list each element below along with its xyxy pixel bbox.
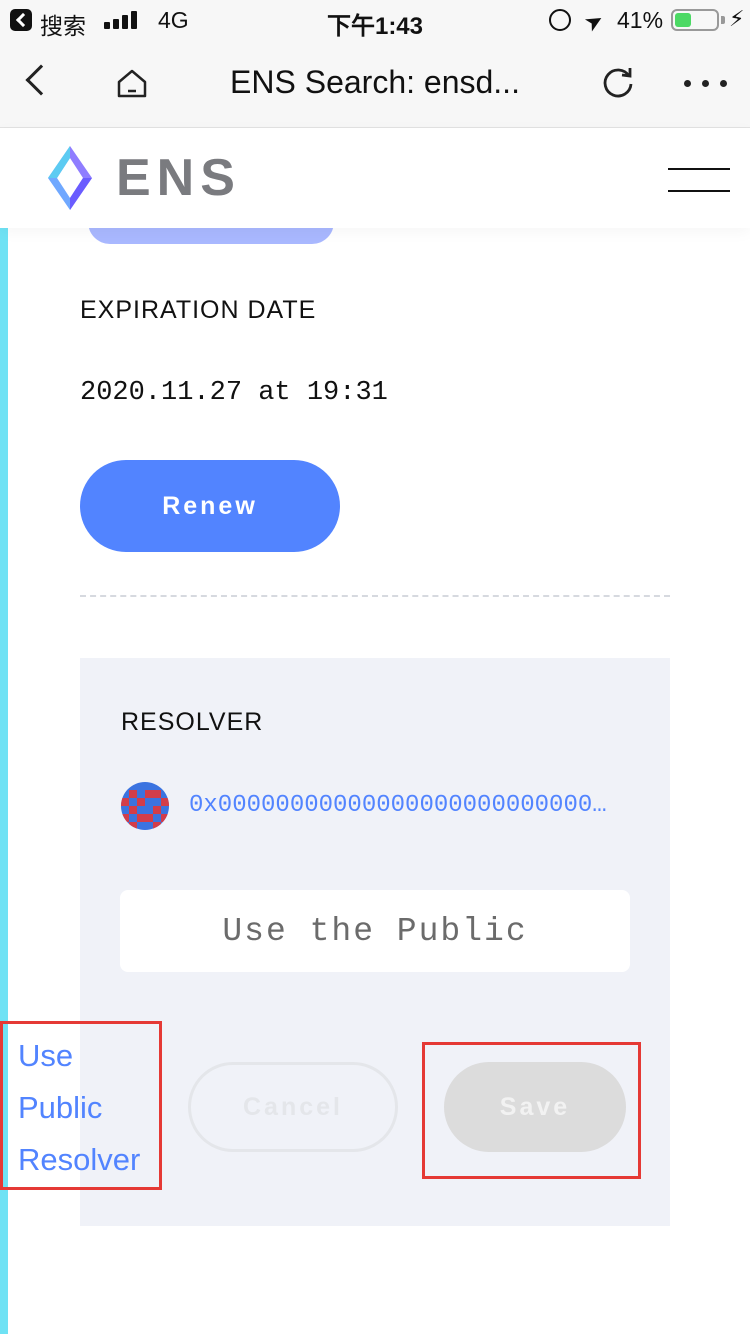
highlight-box-public-resolver (0, 1021, 162, 1190)
page-title: ENS Search: ensd... (230, 64, 520, 100)
battery-icon (671, 9, 719, 31)
resolver-label: RESOLVER (121, 708, 264, 736)
cancel-button[interactable]: Cancel (188, 1062, 398, 1152)
resolver-address[interactable]: 0x00000000000000000000000000000000000000… (189, 792, 619, 819)
browser-nav-bar: ENS Search: ensd... (0, 40, 750, 128)
lock-rotation-icon (549, 9, 571, 31)
ens-logo-icon[interactable] (38, 144, 102, 212)
battery-cap (721, 16, 725, 24)
battery-level-fill (675, 13, 691, 27)
resolver-input[interactable] (120, 890, 630, 972)
expiration-date-label: EXPIRATION DATE (80, 296, 317, 324)
expiration-date-value: 2020.11.27 at 19:31 (80, 378, 388, 408)
more-icon[interactable] (684, 80, 728, 88)
battery-percent: 41% (617, 7, 664, 33)
back-icon[interactable] (25, 64, 57, 96)
charging-icon: ⚡ (729, 6, 745, 31)
section-divider (80, 595, 670, 597)
ens-brand[interactable]: ENS (116, 148, 241, 208)
ens-header: ENS (0, 128, 750, 228)
home-icon[interactable] (116, 67, 148, 99)
renew-button[interactable]: Renew (80, 460, 340, 552)
reload-icon[interactable] (600, 64, 636, 100)
highlight-box-save (422, 1042, 641, 1179)
resolver-avatar (121, 782, 169, 830)
status-bar: 搜索 4G 下午1:43 ➤ 41% ⚡ (0, 0, 750, 40)
hamburger-menu-icon[interactable] (668, 168, 730, 194)
